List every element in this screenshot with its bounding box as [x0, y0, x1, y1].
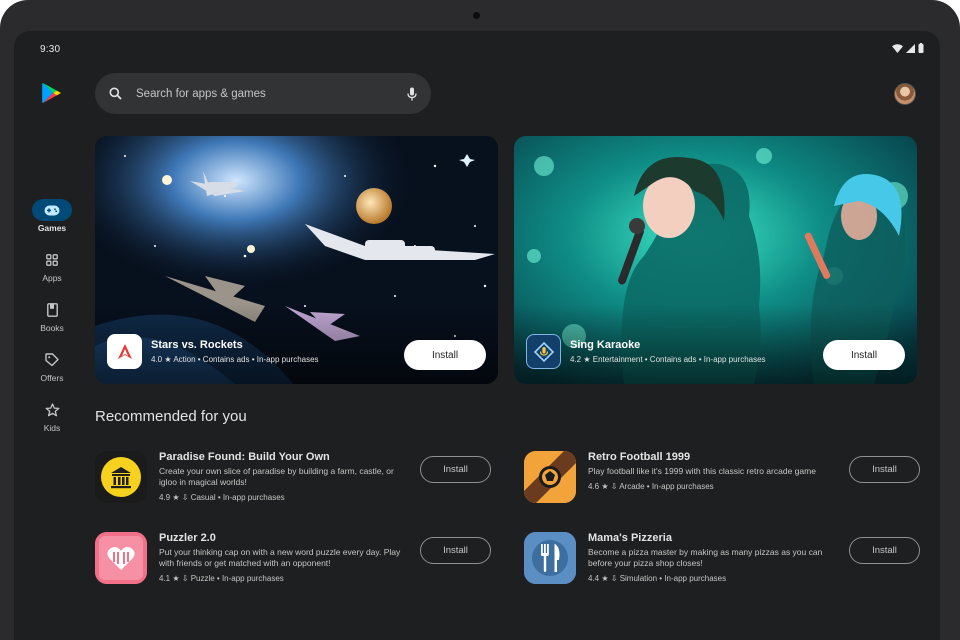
search-bar[interactable]	[95, 73, 431, 114]
rocket-logo-icon	[117, 343, 132, 359]
gamepad-icon	[44, 205, 60, 215]
install-button[interactable]: Install	[849, 456, 920, 483]
nav-item-label: Books	[40, 323, 64, 333]
retro-football-app-icon	[524, 451, 576, 503]
nav-item-games[interactable]: Games	[28, 199, 76, 249]
featured-install-button[interactable]: Install	[404, 340, 486, 370]
nav-item-kids[interactable]: Kids	[28, 399, 76, 449]
account-avatar[interactable]	[894, 83, 916, 105]
cutlery-logo-icon	[524, 532, 576, 584]
sing-karaoke-app-icon	[526, 334, 561, 369]
nav-item-label: Kids	[43, 423, 61, 433]
nav-active-indicator	[32, 199, 72, 221]
app-row-retro-football[interactable]: Retro Football 1999 Play football like i…	[524, 451, 920, 506]
temple-logo-icon	[101, 457, 141, 497]
tag-icon	[45, 353, 59, 367]
puzzler-app-icon	[95, 532, 147, 584]
search-icon	[109, 87, 122, 100]
google-play-logo-icon[interactable]	[40, 81, 64, 105]
install-button[interactable]: Install	[420, 456, 491, 483]
nav-item-books[interactable]: Books	[28, 299, 76, 349]
apps-grid-icon	[46, 254, 58, 266]
app-meta: 4.6 ★ ⇩ Arcade • In-app purchases	[588, 482, 714, 491]
featured-app-meta: 4.0 ★ Action • Contains ads • In-app pur…	[151, 355, 319, 364]
section-title-recommended: Recommended for you	[95, 408, 247, 425]
navigation-rail: Games Apps Books Offers Kids	[28, 199, 76, 449]
install-button[interactable]: Install	[849, 537, 920, 564]
battery-icon	[918, 43, 924, 53]
nav-item-apps[interactable]: Apps	[28, 249, 76, 299]
download-icon: ⇩	[610, 482, 618, 491]
featured-card-stars-vs-rockets[interactable]: Stars vs. Rockets 4.0 ★ Action • Contain…	[95, 136, 498, 384]
puzzle-heart-logo-icon	[95, 532, 147, 584]
stars-vs-rockets-app-icon	[107, 334, 142, 369]
app-name: Mama's Pizzeria	[588, 532, 672, 544]
app-name: Paradise Found: Build Your Own	[159, 451, 330, 463]
microphone-icon[interactable]	[407, 87, 417, 101]
install-button[interactable]: Install	[420, 537, 491, 564]
app-name: Retro Football 1999	[588, 451, 691, 463]
star-icon	[45, 403, 59, 417]
play-store-screen: 9:30 Games Apps Books Offers Kids Search…	[14, 31, 940, 640]
football-logo-icon	[524, 451, 576, 503]
download-icon: ⇩	[181, 493, 189, 502]
tablet-frame: 9:30 Games Apps Books Offers Kids Search…	[0, 0, 960, 640]
app-meta: 4.1 ★ ⇩ Puzzle • In-app purchases	[159, 574, 284, 583]
nav-item-offers[interactable]: Offers	[28, 349, 76, 399]
featured-install-button[interactable]: Install	[823, 340, 905, 370]
app-row-puzzler[interactable]: Puzzler 2.0 Put your thinking cap on wit…	[95, 532, 491, 587]
app-meta: 4.4 ★ ⇩ Simulation • In-app purchases	[588, 574, 727, 583]
download-icon: ⇩	[181, 574, 189, 583]
nav-item-label: Apps	[42, 273, 62, 283]
camera-dot	[473, 12, 480, 19]
app-description: Create your own slice of paradise by bui…	[159, 466, 394, 487]
app-description: Put your thinking cap on with a new word…	[159, 547, 401, 568]
nav-item-label: Offers	[40, 373, 64, 383]
search-input[interactable]	[136, 87, 407, 100]
featured-card-sing-karaoke[interactable]: Sing Karaoke 4.2 ★ Entertainment • Conta…	[514, 136, 917, 384]
signal-icon	[906, 43, 915, 53]
featured-app-title: Sing Karaoke	[570, 339, 641, 351]
nav-item-label: Games	[37, 223, 67, 233]
download-icon: ⇩	[610, 574, 618, 583]
featured-app-title: Stars vs. Rockets	[151, 339, 243, 351]
featured-app-meta: 4.2 ★ Entertainment • Contains ads • In-…	[570, 355, 766, 364]
status-time: 9:30	[40, 44, 61, 55]
wifi-icon	[892, 43, 903, 53]
app-description: Become a pizza master by making as many …	[588, 547, 823, 568]
book-icon	[46, 303, 58, 317]
mamas-pizzeria-app-icon	[524, 532, 576, 584]
microphone-logo-icon	[533, 341, 554, 362]
app-description: Play football like it's 1999 with this c…	[588, 466, 816, 476]
app-meta: 4.9 ★ ⇩ Casual • In-app purchases	[159, 493, 285, 502]
app-name: Puzzler 2.0	[159, 532, 216, 544]
status-icons	[892, 43, 924, 53]
paradise-found-app-icon	[95, 451, 147, 503]
app-row-mamas-pizzeria[interactable]: Mama's Pizzeria Become a pizza master by…	[524, 532, 920, 587]
app-row-paradise-found[interactable]: Paradise Found: Build Your Own Create yo…	[95, 451, 491, 506]
